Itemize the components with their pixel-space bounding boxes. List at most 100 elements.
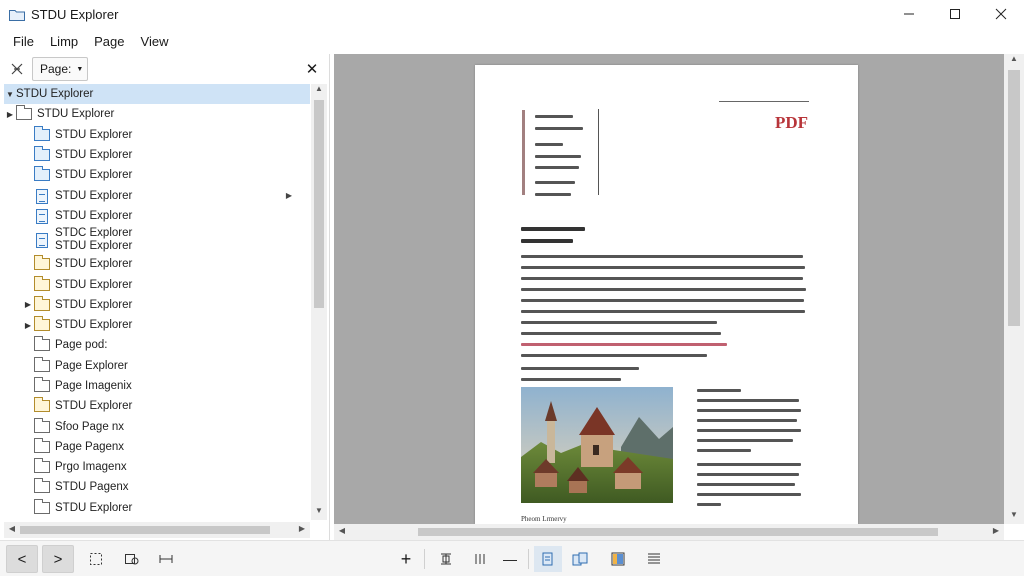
tree-item[interactable]: STDU Explorer xyxy=(4,165,310,185)
expand-arrow-icon[interactable]: ▼ xyxy=(4,90,16,99)
tree-item[interactable]: STDU Explorer ▶ xyxy=(4,185,310,205)
tree-item[interactable]: Page Imagenix xyxy=(4,376,310,396)
tree-item-label: Prgo Imagenx xyxy=(55,461,127,474)
image-caption: Pheom Lrmervy xyxy=(521,515,567,523)
yellow-folder-icon xyxy=(34,295,50,312)
tree-item[interactable]: Sfoo Page nx xyxy=(4,416,310,436)
select-area-button[interactable] xyxy=(82,546,110,572)
scroll-left-icon[interactable]: ◀ xyxy=(4,524,20,538)
minimize-button[interactable] xyxy=(886,0,932,28)
folder-icon xyxy=(16,105,32,121)
collapse-arrow-icon[interactable]: ▶ xyxy=(4,110,16,119)
scroll-thumb[interactable] xyxy=(314,100,324,308)
two-pages-button[interactable] xyxy=(566,546,594,572)
yellow-folder-icon xyxy=(34,316,50,332)
scroll-up-icon[interactable]: ▲ xyxy=(1006,54,1022,68)
scroll-down-icon[interactable]: ▼ xyxy=(311,506,327,520)
scroll-thumb[interactable] xyxy=(1008,70,1020,326)
toolbar-separator xyxy=(424,549,425,569)
tree-item-label: STDU Explorer xyxy=(55,319,133,332)
zoom-in-button[interactable]: + xyxy=(392,546,420,572)
zoom-out-button[interactable]: — xyxy=(496,546,524,572)
tree-item[interactable]: STDU Explorer xyxy=(4,145,310,165)
snapshot-icon xyxy=(125,554,139,565)
tree-item[interactable]: STDU Explorer xyxy=(4,206,310,226)
next-page-button[interactable]: > xyxy=(42,545,74,573)
tree-item-label: STDU Explorer xyxy=(55,298,133,311)
panel-toolbar: Page: ▼ ✕ xyxy=(0,54,329,84)
panel-mode-select[interactable]: Page: ▼ xyxy=(32,57,88,81)
tree-item[interactable]: ▶ STDU Explorer xyxy=(4,295,310,315)
tree-item[interactable]: STDC Explorer STDU Explorer xyxy=(4,226,310,254)
panel-mode-value: Page: xyxy=(40,62,72,76)
minimize-icon xyxy=(904,13,914,15)
fit-width-icon xyxy=(159,555,173,563)
scroll-up-icon[interactable]: ▲ xyxy=(311,84,327,98)
tree-item[interactable]: STDU Explorer xyxy=(4,396,310,416)
continuous-view-button[interactable] xyxy=(640,546,668,572)
collapse-arrow-icon[interactable]: ▶ xyxy=(22,321,34,330)
collapse-arrow-icon[interactable]: ▶ xyxy=(22,300,34,309)
title-bar: STDU Explorer xyxy=(0,0,1024,28)
scroll-left-icon[interactable]: ◀ xyxy=(334,526,350,540)
chevron-right-icon: > xyxy=(53,550,63,568)
selection-icon xyxy=(90,553,102,565)
scroll-right-icon[interactable]: ▶ xyxy=(988,526,1004,540)
folder-icon xyxy=(34,498,50,515)
tree-item-label: Page pod: xyxy=(55,339,108,352)
tree-item-label: STDU Explorer xyxy=(55,258,133,271)
tree-vertical-scrollbar[interactable]: ▲ ▼ xyxy=(311,84,327,520)
tree-item[interactable]: STDU Explorer xyxy=(4,498,310,518)
fit-page-button[interactable] xyxy=(432,546,460,572)
close-button[interactable] xyxy=(978,0,1024,28)
divider-line xyxy=(598,109,599,195)
document-icon xyxy=(34,208,50,224)
single-page-button[interactable] xyxy=(534,546,562,572)
tree-item[interactable]: Page Explorer xyxy=(4,356,310,376)
scroll-right-icon[interactable]: ▶ xyxy=(294,524,310,538)
fit-width-button[interactable] xyxy=(152,546,180,572)
panel-tools-button[interactable] xyxy=(6,58,28,80)
snapshot-button[interactable] xyxy=(118,546,146,572)
tree-item-label: STDU Explorer xyxy=(55,400,133,413)
tree-item[interactable]: Page pod: xyxy=(4,335,310,355)
tree-item-label: STDU Explorer xyxy=(55,169,133,182)
tree-item[interactable]: STDU Explorer xyxy=(4,274,310,294)
page-tree: ▼ STDU Explorer ▶ STDU Explorer STDU Explore… xyxy=(4,84,310,524)
scroll-down-icon[interactable]: ▼ xyxy=(1006,510,1022,524)
tree-item[interactable]: STDU Pagenx xyxy=(4,477,310,497)
single-page-icon xyxy=(542,552,553,566)
previous-page-button[interactable]: < xyxy=(6,545,38,573)
tree-item[interactable]: STDU Explorer xyxy=(4,254,310,274)
folder-icon xyxy=(34,356,50,373)
folder-icon xyxy=(34,458,50,474)
maximize-icon xyxy=(950,9,960,19)
tree-item[interactable]: ▼ STDU Explorer xyxy=(4,84,310,105)
tree-horizontal-scrollbar[interactable]: ◀ ▶ xyxy=(4,522,310,538)
tree-item[interactable]: Prgo Imagenx xyxy=(4,457,310,477)
menu-bar: File Limp Page View xyxy=(0,28,1024,54)
scroll-thumb[interactable] xyxy=(418,528,938,536)
menu-page[interactable]: Page xyxy=(87,34,131,49)
scroll-thumb[interactable] xyxy=(20,526,270,534)
tree-item[interactable]: Page Pagenx xyxy=(4,437,310,457)
maximize-button[interactable] xyxy=(932,0,978,28)
thumbnails-button[interactable] xyxy=(604,546,632,572)
menu-view[interactable]: View xyxy=(134,34,176,49)
tree-item-label: STDU Explorer xyxy=(55,189,133,202)
tree-item[interactable]: ▶ STDU Explorer xyxy=(4,104,310,124)
document-vertical-scrollbar[interactable]: ▲ ▼ xyxy=(1004,54,1024,524)
tree-item[interactable]: ▶ STDU Explorer xyxy=(4,315,310,335)
folder-icon xyxy=(34,336,50,352)
columns-button[interactable] xyxy=(466,546,494,572)
tree-item-label: Sfoo Page nx xyxy=(55,420,125,433)
menu-file[interactable]: File xyxy=(6,34,41,49)
tree-item-label: STDU Explorer xyxy=(55,209,133,222)
tree-item[interactable]: STDU Explorer xyxy=(4,125,310,145)
tree-item-label: STDU Explorer xyxy=(55,128,133,141)
document-horizontal-scrollbar[interactable]: ◀ ▶ xyxy=(334,524,1004,540)
submenu-arrow-icon[interactable]: ▶ xyxy=(286,191,292,200)
menu-limp[interactable]: Limp xyxy=(43,34,85,49)
document-view[interactable]: PDF Pheom Lrmervy xyxy=(334,54,1004,524)
panel-close-button[interactable]: ✕ xyxy=(301,58,323,80)
